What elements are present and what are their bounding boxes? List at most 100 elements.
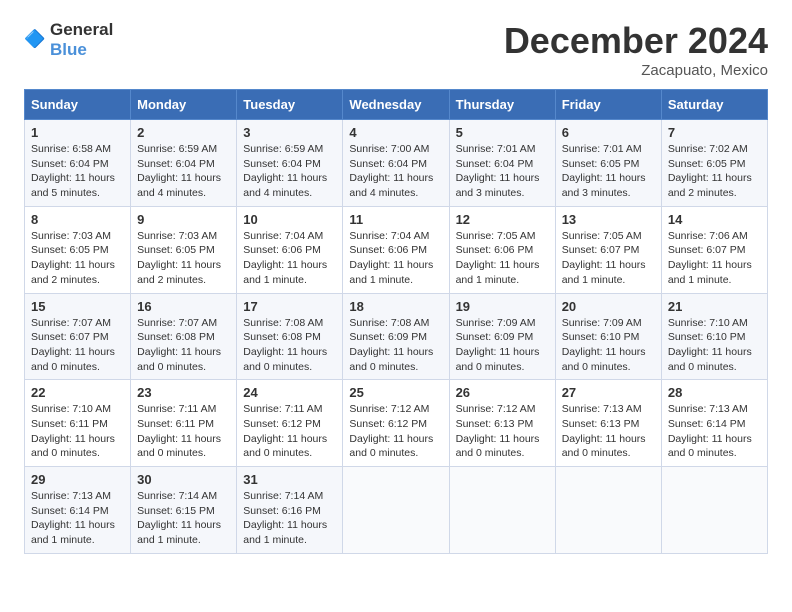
day-number: 10 bbox=[243, 212, 336, 227]
day-number: 22 bbox=[31, 385, 124, 400]
calendar-cell bbox=[343, 467, 449, 554]
day-number: 30 bbox=[137, 472, 230, 487]
calendar-cell: 22Sunrise: 7:10 AM Sunset: 6:11 PM Dayli… bbox=[25, 380, 131, 467]
cell-info: Sunrise: 7:14 AM Sunset: 6:16 PM Dayligh… bbox=[243, 489, 336, 548]
day-number: 5 bbox=[456, 125, 549, 140]
cell-info: Sunrise: 6:59 AM Sunset: 6:04 PM Dayligh… bbox=[137, 142, 230, 201]
day-number: 17 bbox=[243, 299, 336, 314]
calendar-cell: 15 Sunrise: 7:07 AM Sunset: 6:07 PM Dayli… bbox=[25, 293, 131, 380]
calendar-cell: 11 Sunrise: 7:04 AM Sunset: 6:06 PM Dayli… bbox=[343, 206, 449, 293]
cell-info: Sunrise: 7:09 AM Sunset: 6:09 PM Dayligh… bbox=[456, 316, 549, 375]
cell-info: Sunrise: 7:00 AM Sunset: 6:04 PM Dayligh… bbox=[349, 142, 442, 201]
calendar-cell bbox=[555, 467, 661, 554]
calendar-cell: 4 Sunrise: 7:00 AM Sunset: 6:04 PM Daylig… bbox=[343, 120, 449, 207]
cell-info: Sunrise: 7:03 AM Sunset: 6:05 PM Dayligh… bbox=[137, 229, 230, 288]
calendar-cell: 23 Sunrise: 7:11 AM Sunset: 6:11 PM Dayli… bbox=[131, 380, 237, 467]
calendar-cell: 19 Sunrise: 7:09 AM Sunset: 6:09 PM Dayli… bbox=[449, 293, 555, 380]
calendar-cell: 10 Sunrise: 7:04 AM Sunset: 6:06 PM Dayli… bbox=[237, 206, 343, 293]
calendar-cell: 20 Sunrise: 7:09 AM Sunset: 6:10 PM Dayli… bbox=[555, 293, 661, 380]
calendar-cell: 3Sunrise: 6:59 AM Sunset: 6:04 PM Daylig… bbox=[237, 120, 343, 207]
logo-blue: Blue bbox=[50, 40, 87, 59]
day-number: 1 bbox=[31, 125, 124, 140]
cell-info: Sunrise: 7:05 AM Sunset: 6:06 PM Dayligh… bbox=[456, 229, 549, 288]
cell-info: Sunrise: 7:12 AM Sunset: 6:12 PM Dayligh… bbox=[349, 402, 442, 461]
day-number: 29 bbox=[31, 472, 124, 487]
cell-info: Sunrise: 7:01 AM Sunset: 6:05 PM Dayligh… bbox=[562, 142, 655, 201]
header-cell-monday: Monday bbox=[131, 90, 237, 120]
calendar-cell: 25 Sunrise: 7:12 AM Sunset: 6:12 PM Dayli… bbox=[343, 380, 449, 467]
calendar-cell: 2 Sunrise: 6:59 AM Sunset: 6:04 PM Daylig… bbox=[131, 120, 237, 207]
logo-general: General bbox=[50, 20, 113, 39]
day-number: 18 bbox=[349, 299, 442, 314]
month-title: December 2024 bbox=[504, 20, 768, 62]
day-number: 20 bbox=[562, 299, 655, 314]
cell-info: Sunrise: 7:11 AM Sunset: 6:12 PM Dayligh… bbox=[243, 402, 336, 461]
day-number: 4 bbox=[349, 125, 442, 140]
day-number: 31 bbox=[243, 472, 336, 487]
calendar-cell: 21Sunrise: 7:10 AM Sunset: 6:10 PM Dayli… bbox=[661, 293, 767, 380]
cell-info: Sunrise: 7:01 AM Sunset: 6:04 PM Dayligh… bbox=[456, 142, 549, 201]
day-number: 11 bbox=[349, 212, 442, 227]
week-row-5: 29 Sunrise: 7:13 AM Sunset: 6:14 PM Dayli… bbox=[25, 467, 768, 554]
day-number: 13 bbox=[562, 212, 655, 227]
header-row: SundayMondayTuesdayWednesdayThursdayFrid… bbox=[25, 90, 768, 120]
header-cell-sunday: Sunday bbox=[25, 90, 131, 120]
header-cell-tuesday: Tuesday bbox=[237, 90, 343, 120]
cell-info: Sunrise: 7:12 AM Sunset: 6:13 PM Dayligh… bbox=[456, 402, 549, 461]
calendar-cell: 24 Sunrise: 7:11 AM Sunset: 6:12 PM Dayli… bbox=[237, 380, 343, 467]
cell-info: Sunrise: 7:13 AM Sunset: 6:13 PM Dayligh… bbox=[562, 402, 655, 461]
header-cell-thursday: Thursday bbox=[449, 90, 555, 120]
day-number: 7 bbox=[668, 125, 761, 140]
week-row-3: 15 Sunrise: 7:07 AM Sunset: 6:07 PM Dayli… bbox=[25, 293, 768, 380]
calendar-cell bbox=[661, 467, 767, 554]
calendar-cell: 7 Sunrise: 7:02 AM Sunset: 6:05 PM Daylig… bbox=[661, 120, 767, 207]
day-number: 21 bbox=[668, 299, 761, 314]
calendar-cell: 16 Sunrise: 7:07 AM Sunset: 6:08 PM Dayli… bbox=[131, 293, 237, 380]
day-number: 16 bbox=[137, 299, 230, 314]
calendar-table: SundayMondayTuesdayWednesdayThursdayFrid… bbox=[24, 89, 768, 554]
calendar-cell: 26 Sunrise: 7:12 AM Sunset: 6:13 PM Dayli… bbox=[449, 380, 555, 467]
day-number: 9 bbox=[137, 212, 230, 227]
day-number: 25 bbox=[349, 385, 442, 400]
day-number: 28 bbox=[668, 385, 761, 400]
cell-info: Sunrise: 7:05 AM Sunset: 6:07 PM Dayligh… bbox=[562, 229, 655, 288]
calendar-cell bbox=[449, 467, 555, 554]
cell-info: Sunrise: 7:09 AM Sunset: 6:10 PM Dayligh… bbox=[562, 316, 655, 375]
day-number: 19 bbox=[456, 299, 549, 314]
calendar-cell: 30Sunrise: 7:14 AM Sunset: 6:15 PM Dayli… bbox=[131, 467, 237, 554]
day-number: 27 bbox=[562, 385, 655, 400]
title-area: December 2024 Zacapuato, Mexico bbox=[504, 20, 768, 79]
calendar-cell: 28 Sunrise: 7:13 AM Sunset: 6:14 PM Dayli… bbox=[661, 380, 767, 467]
cell-info: Sunrise: 7:13 AM Sunset: 6:14 PM Dayligh… bbox=[668, 402, 761, 461]
cell-info: Sunrise: 7:06 AM Sunset: 6:07 PM Dayligh… bbox=[668, 229, 761, 288]
logo: 🔷 General Blue bbox=[24, 20, 113, 60]
week-row-2: 8Sunrise: 7:03 AM Sunset: 6:05 PM Daylig… bbox=[25, 206, 768, 293]
cell-info: Sunrise: 7:03 AM Sunset: 6:05 PM Dayligh… bbox=[31, 229, 124, 288]
cell-info: Sunrise: 7:04 AM Sunset: 6:06 PM Dayligh… bbox=[243, 229, 336, 288]
cell-info: Sunrise: 7:08 AM Sunset: 6:08 PM Dayligh… bbox=[243, 316, 336, 375]
day-number: 15 bbox=[31, 299, 124, 314]
cell-info: Sunrise: 7:04 AM Sunset: 6:06 PM Dayligh… bbox=[349, 229, 442, 288]
day-number: 23 bbox=[137, 385, 230, 400]
cell-info: Sunrise: 7:07 AM Sunset: 6:08 PM Dayligh… bbox=[137, 316, 230, 375]
cell-info: Sunrise: 7:07 AM Sunset: 6:07 PM Dayligh… bbox=[31, 316, 124, 375]
cell-info: Sunrise: 6:58 AM Sunset: 6:04 PM Dayligh… bbox=[31, 142, 124, 201]
calendar-cell: 9 Sunrise: 7:03 AM Sunset: 6:05 PM Daylig… bbox=[131, 206, 237, 293]
header-cell-friday: Friday bbox=[555, 90, 661, 120]
cell-info: Sunrise: 7:11 AM Sunset: 6:11 PM Dayligh… bbox=[137, 402, 230, 461]
calendar-cell: 6Sunrise: 7:01 AM Sunset: 6:05 PM Daylig… bbox=[555, 120, 661, 207]
cell-info: Sunrise: 7:13 AM Sunset: 6:14 PM Dayligh… bbox=[31, 489, 124, 548]
location-subtitle: Zacapuato, Mexico bbox=[504, 62, 768, 79]
day-number: 3 bbox=[243, 125, 336, 140]
calendar-cell: 18 Sunrise: 7:08 AM Sunset: 6:09 PM Dayli… bbox=[343, 293, 449, 380]
day-number: 26 bbox=[456, 385, 549, 400]
day-number: 24 bbox=[243, 385, 336, 400]
week-row-1: 1 Sunrise: 6:58 AM Sunset: 6:04 PM Daylig… bbox=[25, 120, 768, 207]
calendar-cell: 1 Sunrise: 6:58 AM Sunset: 6:04 PM Daylig… bbox=[25, 120, 131, 207]
cell-info: Sunrise: 7:02 AM Sunset: 6:05 PM Dayligh… bbox=[668, 142, 761, 201]
calendar-cell: 27 Sunrise: 7:13 AM Sunset: 6:13 PM Dayli… bbox=[555, 380, 661, 467]
cell-info: Sunrise: 7:08 AM Sunset: 6:09 PM Dayligh… bbox=[349, 316, 442, 375]
calendar-cell: 13 Sunrise: 7:05 AM Sunset: 6:07 PM Dayli… bbox=[555, 206, 661, 293]
day-number: 2 bbox=[137, 125, 230, 140]
page-header: 🔷 General Blue December 2024 Zacapuato, … bbox=[24, 20, 768, 79]
